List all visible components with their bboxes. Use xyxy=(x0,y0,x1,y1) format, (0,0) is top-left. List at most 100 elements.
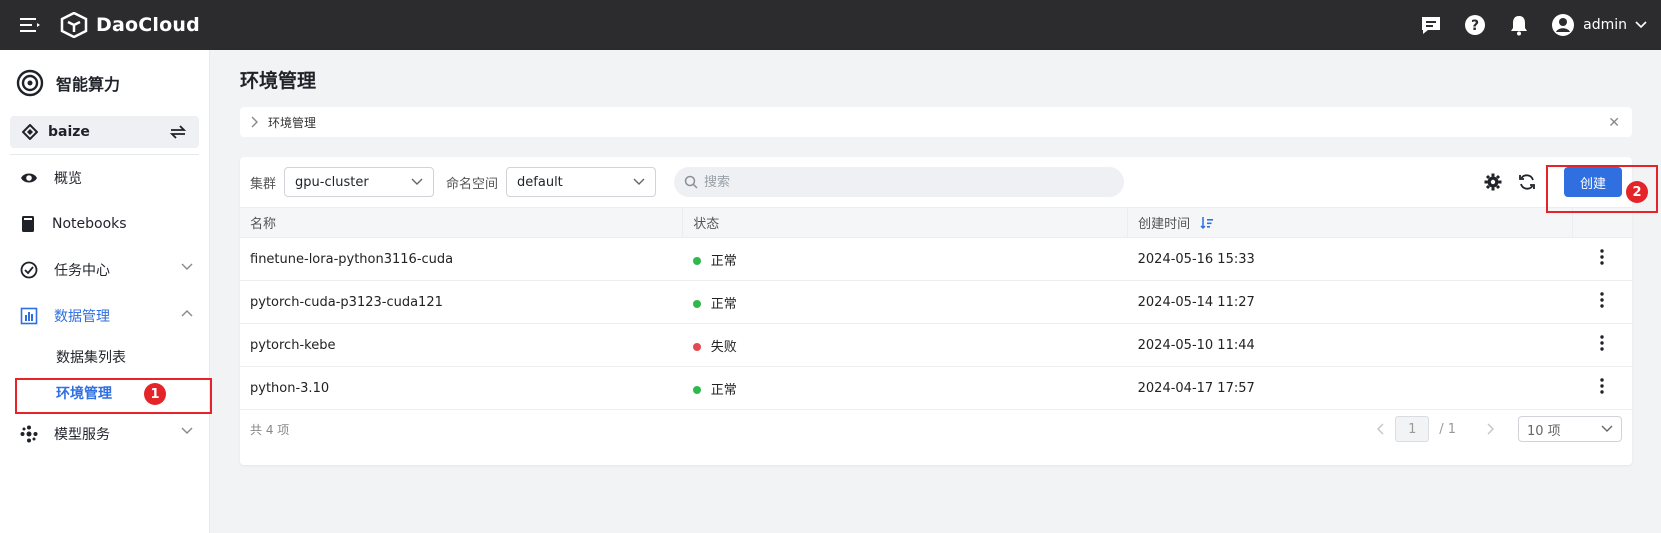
sidebar-item-label: 数据管理 xyxy=(54,309,110,325)
settings-button[interactable] xyxy=(1482,171,1504,193)
workspace-name: baize xyxy=(48,124,90,140)
page-total: / 1 xyxy=(1439,421,1456,437)
namespace-label: 命名空间 xyxy=(446,176,499,192)
namespace-select[interactable]: default xyxy=(506,167,657,197)
search-box[interactable] xyxy=(674,167,1125,197)
sort-descending-icon[interactable] xyxy=(1200,216,1214,230)
table-row[interactable]: pytorch-cuda-p3123-cuda121 正常 2024-05-14… xyxy=(240,280,1632,324)
sidebar-subitem-label: 数据集列表 xyxy=(56,350,126,366)
sidebar-item-model-service[interactable]: 模型服务 xyxy=(0,411,209,457)
cell-status: 失败 xyxy=(682,323,1128,367)
row-more-button[interactable] xyxy=(1572,323,1632,367)
main-content: 环境管理 环境管理 ✕ 集群 gpu-cluster 命名空间 default xyxy=(210,50,1661,533)
row-more-button[interactable] xyxy=(1572,280,1632,324)
annotation-marker-1: 1 xyxy=(144,383,166,405)
module-title: 智能算力 xyxy=(56,75,121,94)
environment-table: 名称 状态 创建时间 finetune-lora-python3116-cuda… xyxy=(240,207,1632,410)
sidebar-item-overview[interactable]: 概览 xyxy=(0,155,209,201)
cell-name: pytorch-cuda-p3123-cuda121 xyxy=(240,280,683,324)
sidebar-item-task-center[interactable]: 任务中心 xyxy=(0,247,209,293)
column-header-name[interactable]: 名称 xyxy=(240,207,683,238)
cell-created: 2024-04-17 17:57 xyxy=(1127,366,1573,410)
table-header-row: 名称 状态 创建时间 xyxy=(240,207,1632,238)
help-button[interactable]: ? xyxy=(1463,13,1487,37)
column-header-created[interactable]: 创建时间 xyxy=(1127,207,1573,238)
workspace-switcher[interactable]: baize xyxy=(10,116,199,148)
hamburger-icon xyxy=(20,18,40,32)
more-vertical-icon xyxy=(1600,335,1604,351)
total-count: 共 4 项 xyxy=(250,422,290,437)
user-menu[interactable]: admin xyxy=(1551,13,1647,37)
notification-button[interactable] xyxy=(1507,13,1531,37)
environment-list-panel: 集群 gpu-cluster 命名空间 default 搜索 创建 名称 状态 … xyxy=(240,157,1632,465)
breadcrumb: 环境管理 ✕ xyxy=(240,107,1632,137)
cell-status: 正常 xyxy=(682,237,1128,281)
sidebar-item-notebooks[interactable]: Notebooks xyxy=(0,201,209,247)
row-more-button[interactable] xyxy=(1572,237,1632,281)
sidebar-subitem-datasets[interactable]: 数据集列表 xyxy=(0,339,209,375)
table-row[interactable]: finetune-lora-python3116-cuda 正常 2024-05… xyxy=(240,237,1632,281)
page-size-value: 10 项 xyxy=(1527,423,1561,439)
status-dot xyxy=(692,342,701,351)
sidebar-item-label: 模型服务 xyxy=(54,427,110,443)
chevron-down-icon xyxy=(411,178,423,185)
brand-logo[interactable]: DaoCloud xyxy=(60,12,200,38)
row-more-button[interactable] xyxy=(1572,366,1632,410)
table-footer: 共 4 项 1 / 1 10 项 xyxy=(240,410,1632,448)
cell-name: python-3.10 xyxy=(240,366,683,410)
status-text: 正常 xyxy=(710,253,737,269)
cluster-select[interactable]: gpu-cluster xyxy=(284,167,435,197)
status-text: 失败 xyxy=(710,339,737,355)
top-bar: DaoCloud ? admin xyxy=(0,0,1661,50)
task-check-icon xyxy=(20,261,38,279)
ai-compute-icon xyxy=(16,69,44,97)
svg-text:?: ? xyxy=(1471,18,1479,34)
page-size-select[interactable]: 10 项 xyxy=(1518,416,1622,442)
chevron-up-icon xyxy=(181,310,193,317)
table-row[interactable]: python-3.10 正常 2024-04-17 17:57 xyxy=(240,366,1632,410)
cell-created: 2024-05-16 15:33 xyxy=(1127,237,1573,281)
menu-toggle-button[interactable] xyxy=(0,0,60,50)
chevron-down-icon xyxy=(1601,425,1613,432)
annotation-marker-2: 2 xyxy=(1626,181,1648,203)
search-input[interactable] xyxy=(704,174,1105,190)
data-chart-icon xyxy=(20,307,38,325)
page-title: 环境管理 xyxy=(240,70,317,92)
refresh-button[interactable] xyxy=(1516,171,1538,193)
message-icon xyxy=(1422,17,1441,34)
column-header-status[interactable]: 状态 xyxy=(682,207,1128,238)
more-vertical-icon xyxy=(1600,292,1604,308)
status-dot xyxy=(692,385,701,394)
username: admin xyxy=(1583,17,1627,33)
chevron-right-icon[interactable] xyxy=(250,116,258,128)
column-header-label: 创建时间 xyxy=(1138,217,1191,232)
sidebar: 智能算力 baize 概览 Notebooks 任务中心 数据管理 数据集列表 … xyxy=(0,50,210,533)
cluster-label: 集群 xyxy=(250,176,277,192)
cell-created: 2024-05-14 11:27 xyxy=(1127,280,1573,324)
table-row[interactable]: pytorch-kebe 失败 2024-05-10 11:44 xyxy=(240,323,1632,367)
brand-name: DaoCloud xyxy=(96,14,200,36)
cell-name: finetune-lora-python3116-cuda xyxy=(240,237,683,281)
avatar-icon xyxy=(1552,14,1575,36)
breadcrumb-item[interactable]: 环境管理 xyxy=(268,114,316,131)
cell-created: 2024-05-10 11:44 xyxy=(1127,323,1573,367)
page-number-input[interactable]: 1 xyxy=(1395,416,1430,442)
sidebar-item-data-management[interactable]: 数据管理 xyxy=(0,293,209,339)
cell-status: 正常 xyxy=(682,366,1128,410)
chevron-down-icon xyxy=(181,263,193,270)
module-header: 智能算力 xyxy=(0,50,209,116)
message-button[interactable] xyxy=(1419,13,1443,37)
chevron-down-icon xyxy=(633,178,645,185)
notebook-icon xyxy=(22,216,34,232)
help-icon: ? xyxy=(1465,15,1486,35)
pagination: 1 / 1 10 项 xyxy=(1377,416,1622,442)
cell-status: 正常 xyxy=(682,280,1128,324)
annotation-highlight-1 xyxy=(15,378,212,414)
more-vertical-icon xyxy=(1600,249,1604,265)
workspace-icon xyxy=(22,124,38,140)
prev-page-icon[interactable] xyxy=(1377,423,1385,435)
eye-icon xyxy=(21,173,37,183)
close-icon[interactable]: ✕ xyxy=(1608,115,1620,131)
chevron-down-icon xyxy=(1635,21,1647,29)
next-page-icon[interactable] xyxy=(1486,423,1494,435)
